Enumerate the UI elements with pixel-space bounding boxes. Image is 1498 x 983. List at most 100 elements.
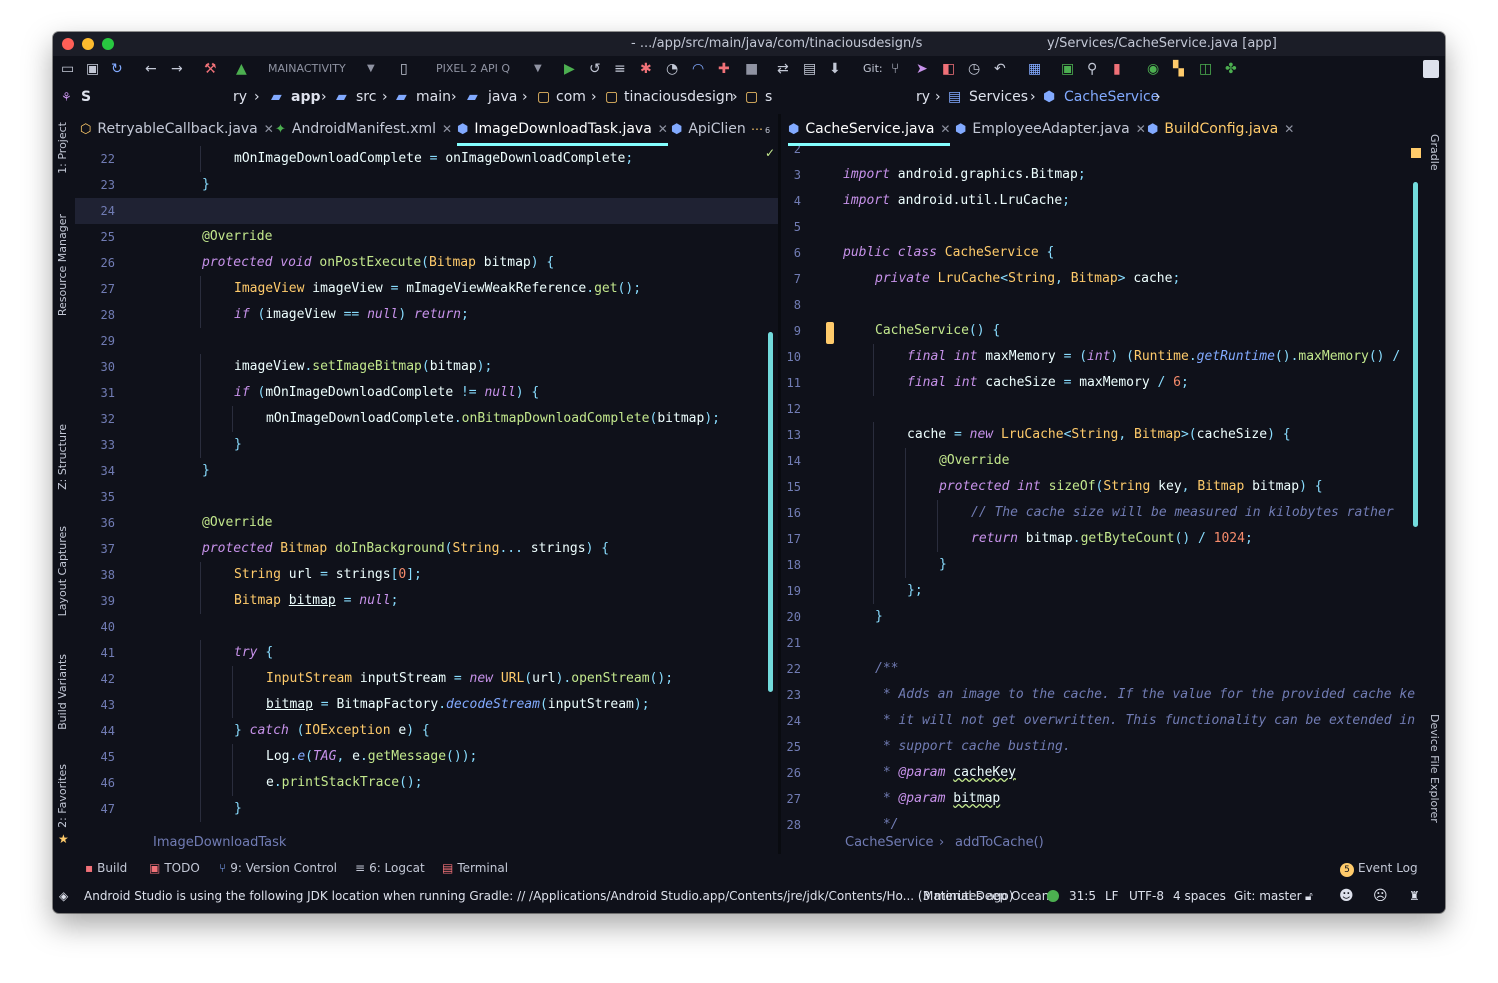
line-number[interactable]: 33 bbox=[75, 432, 115, 458]
debug-icon[interactable]: ✱ bbox=[640, 60, 652, 78]
breadcrumb-item[interactable]: src bbox=[356, 84, 376, 110]
line-number[interactable]: 38 bbox=[75, 562, 115, 588]
tab-employee-adapter[interactable]: ⬢ EmployeeAdapter.java ✕ bbox=[955, 114, 1146, 146]
code-text[interactable]: private LruCache<String, Bitmap> cache; bbox=[875, 266, 1180, 292]
line-number[interactable]: 23 bbox=[75, 172, 115, 198]
code-line[interactable]: 31 if (mOnImageDownloadComplete != null) … bbox=[75, 380, 778, 406]
line-number[interactable]: 2 bbox=[781, 146, 801, 162]
line-number[interactable]: 28 bbox=[781, 812, 801, 832]
run-icon[interactable]: ▶ bbox=[564, 60, 575, 78]
left-code-editor[interactable]: 22 mOnImageDownloadComplete = onImageDown… bbox=[75, 146, 778, 832]
indent-setting[interactable]: 4 spaces bbox=[1173, 882, 1226, 910]
device-select[interactable]: PIXEL 2 API Q bbox=[436, 59, 536, 79]
code-text[interactable]: } bbox=[202, 458, 210, 484]
code-text[interactable]: import android.util.LruCache; bbox=[843, 188, 1070, 214]
code-line[interactable]: 8 bbox=[781, 292, 1423, 318]
right-scrollbar-thumb[interactable] bbox=[1413, 182, 1418, 527]
code-line[interactable]: 39 Bitmap bitmap = null; bbox=[75, 588, 778, 614]
line-number[interactable]: 8 bbox=[781, 292, 801, 318]
line-number[interactable]: 20 bbox=[781, 604, 801, 630]
close-tab-icon[interactable]: ✕ bbox=[1136, 122, 1146, 136]
code-line[interactable]: 22 /** bbox=[781, 656, 1423, 682]
code-text[interactable]: @Override bbox=[939, 448, 1009, 474]
tab-api-client[interactable]: ⬢ ApiClien bbox=[671, 114, 746, 146]
code-line[interactable]: 14 @Override bbox=[781, 448, 1423, 474]
code-text[interactable]: final int cacheSize = maxMemory / 6; bbox=[907, 370, 1189, 396]
code-line[interactable]: 6 public class CacheService { bbox=[781, 240, 1423, 266]
breadcrumb-item[interactable]: Services bbox=[969, 84, 1028, 110]
layout-captures-panel-button[interactable]: Layout Captures bbox=[56, 526, 69, 616]
plugin-icon[interactable]: ✤ bbox=[1225, 60, 1237, 78]
line-number[interactable]: 37 bbox=[75, 536, 115, 562]
code-line[interactable]: 16 // The cache size will be measured in … bbox=[781, 500, 1423, 526]
code-text[interactable]: * support cache busting. bbox=[875, 734, 1071, 760]
theme-indicator[interactable]: Material Deep Ocean bbox=[923, 882, 1049, 910]
code-line[interactable]: 28 */ bbox=[781, 812, 1423, 832]
line-number[interactable]: 34 bbox=[75, 458, 115, 484]
project-panel-button[interactable]: 1: Project bbox=[56, 122, 69, 174]
apply-code-changes-icon[interactable]: ≡ bbox=[614, 60, 626, 78]
code-line[interactable]: 28 if (imageView == null) return; bbox=[75, 302, 778, 328]
breadcrumb-item[interactable]: ry bbox=[916, 84, 930, 110]
line-number[interactable]: 35 bbox=[75, 484, 115, 510]
tab-retryable-callback[interactable]: ⬡ RetryableCallback.java ✕ bbox=[80, 114, 274, 146]
code-line[interactable]: 11 final int cacheSize = maxMemory / 6; bbox=[781, 370, 1423, 396]
code-line[interactable]: 29 bbox=[75, 328, 778, 354]
close-tab-icon[interactable]: ✕ bbox=[264, 122, 274, 136]
code-text[interactable]: mOnImageDownloadComplete = onImageDownlo… bbox=[234, 146, 633, 172]
code-text[interactable]: CacheService() { bbox=[875, 318, 1000, 344]
code-line[interactable]: 5 bbox=[781, 214, 1423, 240]
line-number[interactable]: 29 bbox=[75, 328, 115, 354]
tab-cache-service[interactable]: ⬢ CacheService.java ✕ bbox=[788, 114, 951, 146]
favorites-panel-button[interactable]: 2: Favorites bbox=[56, 764, 69, 828]
line-number[interactable]: 42 bbox=[75, 666, 115, 692]
forward-icon[interactable]: → bbox=[171, 60, 183, 78]
code-text[interactable]: bitmap = BitmapFactory.decodeStream(inpu… bbox=[266, 692, 650, 718]
line-number[interactable]: 22 bbox=[781, 656, 801, 682]
line-number[interactable]: 31 bbox=[75, 380, 115, 406]
tab-android-manifest[interactable]: ✦ AndroidManifest.xml ✕ bbox=[275, 114, 452, 146]
code-line[interactable]: 44} catch (IOException e) { bbox=[75, 718, 778, 744]
code-text[interactable]: } bbox=[202, 172, 210, 198]
code-line[interactable]: 40 bbox=[75, 614, 778, 640]
code-line[interactable]: 46 e.printStackTrace(); bbox=[75, 770, 778, 796]
run-config-select[interactable]: MAINACTIVITY bbox=[268, 59, 368, 79]
line-number[interactable]: 44 bbox=[75, 718, 115, 744]
code-line[interactable]: 38 String url = strings[0]; bbox=[75, 562, 778, 588]
code-line[interactable]: 47} bbox=[75, 796, 778, 822]
code-line[interactable]: 23 * Adds an image to the cache. If the … bbox=[781, 682, 1423, 708]
gradle-panel-button[interactable]: Gradle bbox=[1428, 134, 1441, 171]
code-line[interactable]: 41 try { bbox=[75, 640, 778, 666]
code-text[interactable]: /** bbox=[875, 656, 898, 682]
code-text[interactable]: // The cache size will be measured in ki… bbox=[971, 500, 1394, 526]
code-line[interactable]: 15 protected int sizeOf(String key, Bitma… bbox=[781, 474, 1423, 500]
code-text[interactable]: @Override bbox=[202, 510, 272, 536]
layout-inspector-icon[interactable]: ▚ bbox=[1173, 60, 1184, 78]
stop-icon[interactable]: ■ bbox=[745, 60, 758, 78]
build-hammer-icon[interactable]: ⚒ bbox=[204, 60, 217, 78]
code-line[interactable]: 24 bbox=[75, 198, 778, 224]
code-text[interactable]: * @param bitmap bbox=[875, 786, 1000, 812]
project-structure-icon[interactable]: ▦ bbox=[1028, 60, 1041, 78]
line-number[interactable]: 30 bbox=[75, 354, 115, 380]
git-push-icon[interactable]: ➤ bbox=[916, 60, 928, 78]
code-text[interactable]: if (imageView == null) return; bbox=[234, 302, 469, 328]
code-line[interactable]: 36 @Override bbox=[75, 510, 778, 536]
device-manager-icon[interactable]: ▮ bbox=[1113, 60, 1121, 78]
profiler-icon[interactable]: ◉ bbox=[1147, 60, 1159, 78]
line-number[interactable]: 13 bbox=[781, 422, 801, 448]
build-tool-button[interactable]: ▪ Build bbox=[85, 856, 127, 880]
code-text[interactable]: protected int sizeOf(String key, Bitmap … bbox=[939, 474, 1323, 500]
code-text[interactable]: } bbox=[875, 604, 883, 630]
resource-manager-panel-button[interactable]: Resource Manager bbox=[56, 214, 69, 316]
code-line[interactable]: 2 bbox=[781, 146, 1423, 162]
search-icon[interactable]: ⚲ bbox=[1087, 60, 1097, 78]
code-text[interactable]: }; bbox=[907, 578, 923, 604]
tab-image-download-task[interactable]: ⬢ ImageDownloadTask.java ✕ bbox=[457, 114, 668, 146]
gradle-sync-icon[interactable]: ⇄ bbox=[777, 60, 789, 78]
code-line[interactable]: 27 ImageView imageView = mImageViewWeakRe… bbox=[75, 276, 778, 302]
tab-build-config[interactable]: ⬢ BuildConfig.java ✕ bbox=[1147, 114, 1294, 146]
code-text[interactable]: } bbox=[234, 432, 242, 458]
breadcrumb-item[interactable]: main bbox=[416, 84, 451, 110]
code-line[interactable]: 34} bbox=[75, 458, 778, 484]
